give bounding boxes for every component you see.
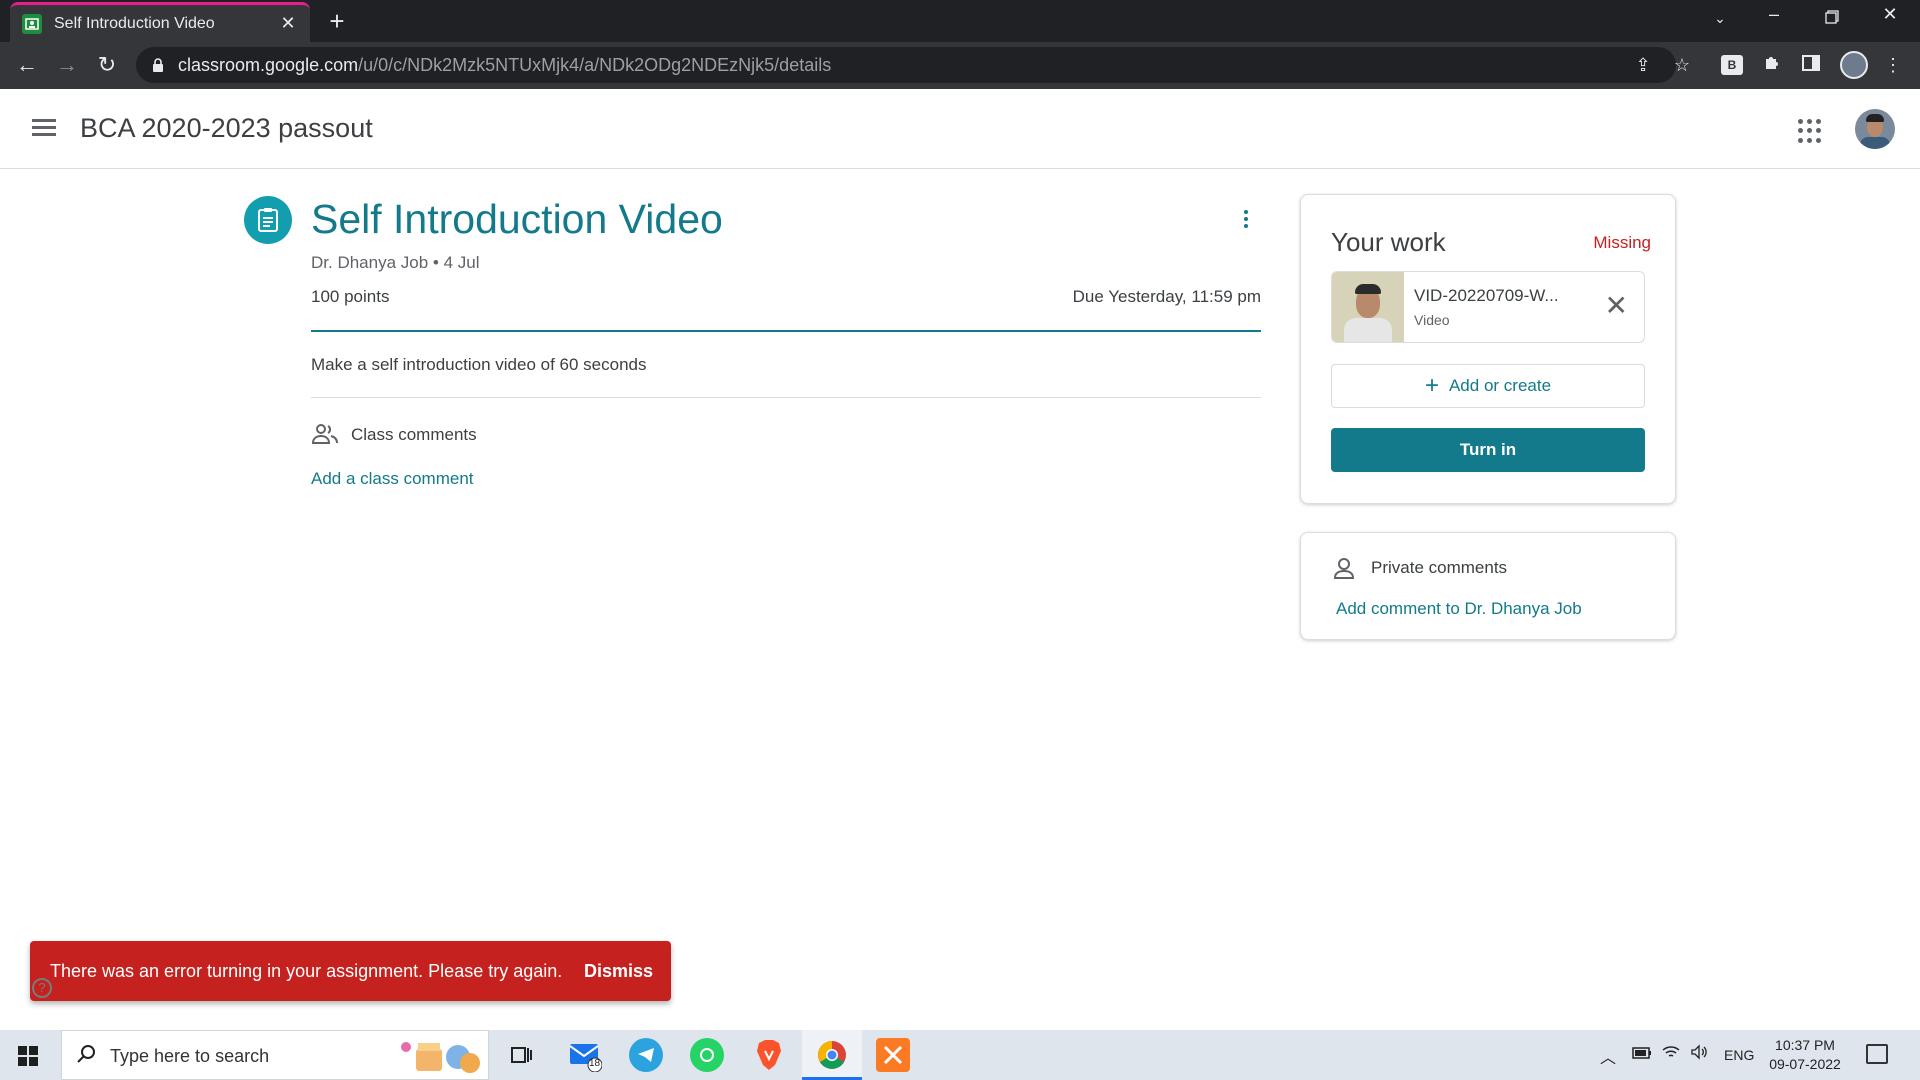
dismiss-button[interactable]: Dismiss <box>584 961 653 982</box>
browser-tab-active[interactable]: Self Introduction Video ✕ <box>10 2 310 42</box>
clock-date: 09-07-2022 <box>1769 1056 1841 1072</box>
browser-profile-avatar[interactable] <box>1840 51 1868 79</box>
minimize-button[interactable]: – <box>1754 4 1794 25</box>
language-indicator[interactable]: ENG <box>1724 1047 1754 1063</box>
turn-in-button[interactable]: Turn in <box>1331 428 1645 472</box>
telegram-icon[interactable] <box>629 1038 663 1072</box>
remove-attachment-close-icon[interactable]: ✕ <box>1605 292 1628 320</box>
extensions-puzzle-icon[interactable] <box>1759 52 1785 78</box>
add-or-create-button[interactable]: + Add or create <box>1331 364 1645 408</box>
restore-button[interactable] <box>1812 8 1852 29</box>
url-host: classroom.google.com <box>178 54 359 75</box>
xampp-icon[interactable] <box>876 1038 910 1072</box>
share-icon[interactable]: ⇪ <box>1630 52 1656 78</box>
classroom-favicon-icon <box>22 13 42 34</box>
person-icon <box>1333 557 1355 584</box>
your-work-title: Your work <box>1331 227 1446 257</box>
notification-center-icon[interactable] <box>1866 1044 1888 1064</box>
tray-overflow-chevron-icon[interactable]: ︿ <box>1600 1044 1616 1068</box>
browser-tab-strip: Self Introduction Video ✕ + ⌄ – ✕ <box>0 0 1920 42</box>
classroom-header: BCA 2020-2023 passout <box>0 89 1920 169</box>
plus-icon: + <box>1424 372 1439 399</box>
browser-tab-title: Self Introduction Video <box>54 14 215 32</box>
task-view-icon[interactable] <box>505 1038 539 1072</box>
search-placeholder: Type here to search <box>110 1046 270 1066</box>
video-thumbnail <box>1332 272 1404 342</box>
people-icon <box>311 423 339 450</box>
reload-button[interactable]: ↻ <box>92 50 122 80</box>
windows-taskbar: Type here to search 18 ︿ ENG 10:37 PM 09… <box>0 1030 1920 1080</box>
lock-icon <box>153 58 163 72</box>
extension-b-icon[interactable]: B <box>1721 55 1743 75</box>
assignment-due: Due Yesterday, 11:59 pm <box>1072 287 1261 306</box>
attachment-name: VID-20220709-W... <box>1414 286 1559 305</box>
forward-button[interactable]: → <box>52 50 82 80</box>
bookmark-star-icon[interactable]: ☆ <box>1669 52 1695 78</box>
tab-close-icon[interactable]: ✕ <box>278 13 298 34</box>
tab-search-chevron-icon[interactable]: ⌄ <box>1700 10 1740 27</box>
assignment-icon <box>244 196 292 244</box>
attachment-type: Video <box>1414 312 1450 328</box>
assignment-description: Make a self introduction video of 60 sec… <box>311 355 647 374</box>
class-title[interactable]: BCA 2020-2023 passout <box>80 113 373 144</box>
more-options-icon[interactable] <box>1240 208 1252 232</box>
close-window-button[interactable]: ✕ <box>1870 4 1910 25</box>
address-bar[interactable]: classroom.google.com /u/0/c/NDk2Mzk5NTUx… <box>136 47 1676 83</box>
brave-browser-icon[interactable] <box>752 1038 786 1072</box>
clock-time: 10:37 PM <box>1775 1037 1835 1053</box>
add-private-comment-link[interactable]: Add comment to Dr. Dhanya Job <box>1336 599 1582 619</box>
private-comments-label: Private comments <box>1371 558 1508 577</box>
google-apps-icon[interactable] <box>1798 119 1822 143</box>
status-badge: Missing <box>1593 233 1651 252</box>
description-divider <box>311 397 1261 398</box>
add-class-comment-link[interactable]: Add a class comment <box>311 469 474 489</box>
class-comments-label: Class comments <box>351 425 477 444</box>
assignment-title: Self Introduction Video <box>311 196 723 242</box>
taskbar-search-box[interactable]: Type here to search <box>61 1030 489 1080</box>
error-message: There was an error turning in your assig… <box>50 961 563 981</box>
mail-app-icon[interactable]: 18 <box>568 1038 602 1072</box>
search-icon <box>77 1045 95 1063</box>
account-avatar[interactable] <box>1855 109 1895 149</box>
volume-icon[interactable] <box>1690 1044 1708 1063</box>
your-work-card: Your work Missing VID-20220709-W... Vide… <box>1300 194 1676 504</box>
assignment-meta: Dr. Dhanya Job • 4 Jul <box>311 253 480 272</box>
search-highlight-decoration-icon <box>401 1042 480 1073</box>
battery-icon[interactable] <box>1632 1046 1652 1062</box>
browser-menu-icon[interactable]: ⋮ <box>1880 52 1906 78</box>
add-or-create-label: Add or create <box>1448 376 1552 395</box>
title-divider <box>311 330 1261 332</box>
help-icon[interactable]: ? <box>32 978 52 998</box>
error-snackbar: There was an error turning in your assig… <box>30 941 671 1001</box>
wifi-icon[interactable] <box>1662 1044 1680 1063</box>
private-comments-card: Private comments Add comment to Dr. Dhan… <box>1300 532 1676 640</box>
side-panel-icon[interactable] <box>1798 52 1824 78</box>
attachment-card[interactable]: VID-20220709-W... Video ✕ <box>1331 271 1645 343</box>
assignment-points: 100 points <box>311 287 390 306</box>
mail-badge-count: 18 <box>589 1058 601 1069</box>
url-path: /u/0/c/NDk2Mzk5NTUxMjk4/a/NDk2ODg2NDEzNj… <box>358 54 832 75</box>
back-button[interactable]: ← <box>12 50 42 80</box>
chrome-icon[interactable] <box>815 1038 849 1072</box>
browser-toolbar: ← → ↻ classroom.google.com /u/0/c/NDk2Mz… <box>0 42 1920 89</box>
new-tab-button[interactable]: + <box>322 6 352 37</box>
main-menu-icon[interactable] <box>30 115 58 143</box>
whatsapp-icon[interactable] <box>690 1038 724 1072</box>
windows-start-icon[interactable] <box>18 1046 38 1066</box>
taskbar-clock[interactable]: 10:37 PM 09-07-2022 <box>1760 1036 1850 1074</box>
